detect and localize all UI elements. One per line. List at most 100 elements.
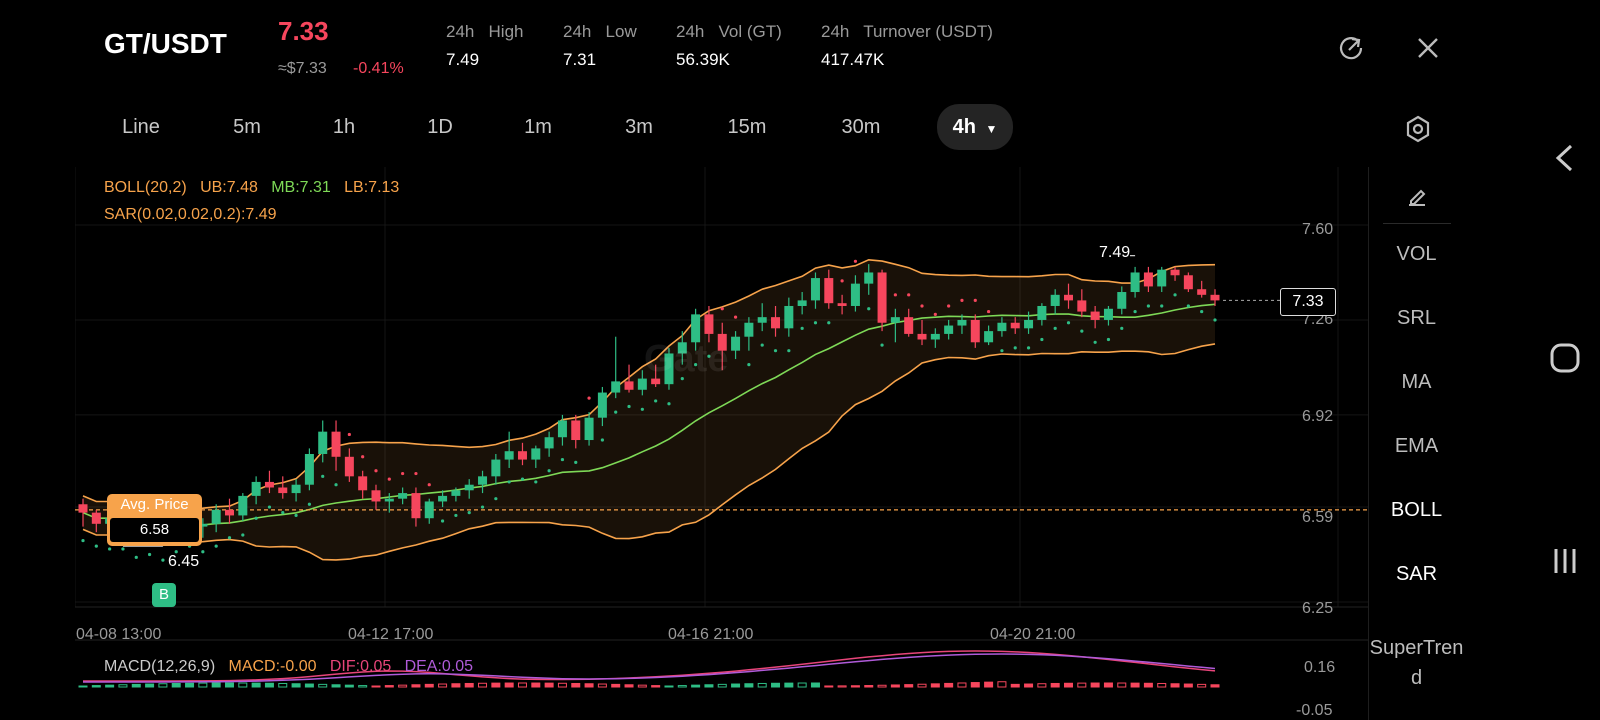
menu-item-boll[interactable]: BOLL	[1369, 499, 1464, 522]
candle-body	[451, 490, 461, 496]
sar-dot	[121, 547, 125, 551]
stat-vol-value: 56.39K	[676, 50, 730, 69]
settings-icon[interactable]	[1403, 114, 1433, 144]
tab-5m[interactable]: 5m	[209, 104, 285, 150]
macd-bar	[1024, 683, 1034, 688]
sar-dot	[467, 511, 471, 515]
tab-1d[interactable]: 1D	[402, 104, 478, 150]
macd-bar	[677, 685, 687, 688]
candle-body	[1090, 311, 1100, 320]
macd-bar	[344, 684, 354, 688]
macd-bar	[424, 683, 434, 688]
sar-dot	[813, 321, 818, 325]
sar-dot	[827, 321, 831, 325]
macd-bar	[904, 684, 914, 688]
sar-dot	[134, 555, 138, 559]
candle-body	[278, 487, 288, 494]
macd-bar	[1143, 682, 1153, 688]
candle-body	[1037, 305, 1047, 320]
stat-low-label: 24h Low	[563, 22, 637, 41]
sar-dot	[560, 457, 565, 462]
macd-bar	[890, 684, 900, 688]
macd-bar	[1037, 683, 1047, 688]
macd-bar	[491, 682, 501, 688]
macd-bar	[211, 682, 221, 688]
candle-body	[478, 476, 488, 485]
sar-dot	[1013, 346, 1017, 350]
macd-value: MACD:-0.00	[228, 658, 317, 675]
close-icon[interactable]	[1413, 33, 1443, 63]
sar-dot	[201, 550, 205, 554]
macd-bar	[824, 685, 834, 688]
price-change: -0.41%	[353, 60, 404, 77]
menu-item-ma[interactable]: MA	[1369, 371, 1464, 394]
sar-dot	[627, 404, 631, 409]
sar-dot	[574, 460, 578, 464]
sar-dot	[321, 474, 325, 478]
tab-3m[interactable]: 3m	[601, 104, 677, 150]
macd-bar	[145, 683, 155, 688]
sar-dot	[520, 477, 525, 481]
candle-body	[1010, 322, 1020, 329]
menu-item-srl[interactable]: SRL	[1369, 307, 1464, 330]
tab-15m[interactable]: 15m	[709, 104, 785, 150]
tab-4h[interactable]: 4h ▼	[937, 104, 1013, 150]
macd-bar	[771, 682, 781, 688]
tab-30m[interactable]: 30m	[823, 104, 899, 150]
menu-item-ema[interactable]: EMA	[1369, 435, 1464, 458]
sar-dot	[214, 544, 218, 548]
time-axis-label: 04-20 21:00	[990, 626, 1076, 643]
buy-badge[interactable]: B	[152, 583, 176, 607]
menu-item-vol[interactable]: VOL	[1369, 243, 1464, 266]
sar-dot	[294, 513, 298, 518]
candle-body	[224, 509, 234, 516]
sar-dot	[800, 326, 804, 330]
macd-bar	[584, 683, 594, 688]
tab-line[interactable]: Line	[103, 104, 179, 150]
sar-dot	[933, 312, 937, 316]
boll-label: BOLL(20,2)	[104, 179, 187, 196]
boll-band-fill	[83, 259, 1215, 560]
candle-body	[1024, 319, 1034, 329]
system-nav-bar	[1535, 0, 1600, 720]
macd-bar	[544, 682, 554, 688]
macd-bar	[957, 682, 967, 688]
macd-bar	[131, 683, 141, 688]
sar-dot	[867, 307, 871, 311]
macd-bar	[1183, 683, 1193, 688]
macd-axis-label: 0.16	[1304, 659, 1336, 676]
menu-item-supertrend[interactable]: SuperTrend	[1369, 633, 1464, 693]
boll-ub: UB:7.48	[200, 179, 258, 196]
macd-bar	[1050, 682, 1060, 688]
back-icon[interactable]	[1547, 140, 1583, 181]
recents-icon[interactable]	[1547, 543, 1583, 584]
candle-body	[1143, 272, 1153, 287]
macd-bar	[797, 682, 807, 688]
sar-dot	[267, 505, 272, 509]
tab-1m[interactable]: 1m	[500, 104, 576, 150]
macd-bar	[1077, 682, 1087, 688]
sar-label: SAR(0.02,0.02,0.2):7.49	[104, 206, 277, 223]
boll-lb: LB:7.13	[344, 179, 400, 196]
candle-body	[784, 305, 794, 329]
candle-body	[1197, 289, 1207, 295]
candle-body	[318, 431, 328, 454]
edit-icon[interactable]	[1405, 185, 1429, 214]
last-price: 7.33	[278, 16, 329, 46]
candle-body	[531, 448, 541, 460]
sar-dot	[241, 533, 245, 537]
macd-bar	[917, 683, 927, 688]
refresh-icon[interactable]	[1336, 33, 1366, 63]
low-marker: 6.45	[168, 553, 200, 570]
macd-bar	[478, 682, 488, 688]
high-marker: 7.49	[1099, 244, 1131, 261]
menu-item-sar[interactable]: SAR	[1369, 563, 1464, 586]
sar-dot	[1133, 309, 1137, 314]
sar-dot	[1053, 326, 1057, 330]
home-icon[interactable]	[1547, 340, 1583, 381]
candle-body	[78, 504, 88, 513]
candle-body	[1130, 272, 1140, 293]
candle-body	[731, 336, 741, 351]
sar-dot	[880, 343, 884, 347]
tab-1h[interactable]: 1h	[306, 104, 382, 150]
